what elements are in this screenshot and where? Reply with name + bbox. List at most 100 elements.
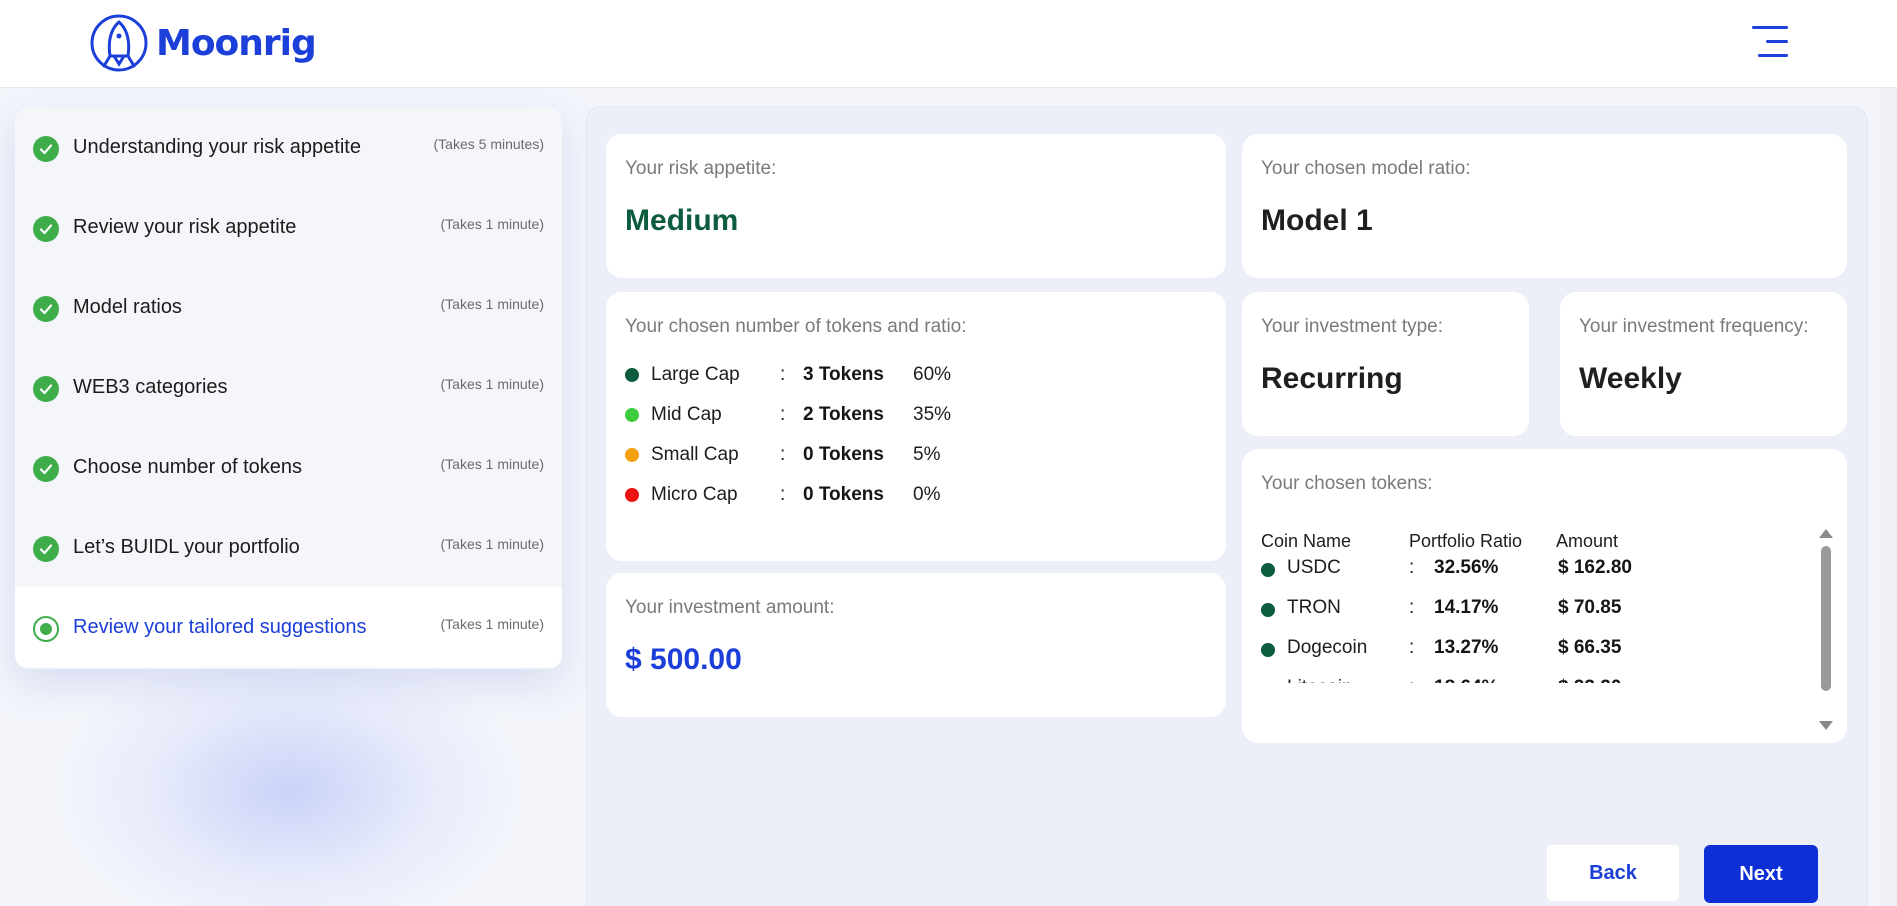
separator: :	[1409, 597, 1415, 618]
amount-header: Amount	[1556, 531, 1619, 551]
category-token-count: 2 Tokens	[803, 404, 884, 425]
check-circle-icon	[33, 216, 59, 242]
sidebar-step-label: Understanding your risk appetite	[73, 136, 361, 158]
separator: :	[780, 484, 786, 505]
coin-amount: $ 93.20	[1558, 677, 1621, 683]
sidebar-step-item[interactable]: Choose number of tokens (Takes 1 minute)	[15, 427, 562, 507]
sidebar-step-duration: (Takes 1 minute)	[440, 296, 544, 312]
progress-sidebar: Understanding your risk appetite (Takes 5…	[15, 107, 562, 669]
coin-color-dot-icon	[1261, 643, 1275, 657]
model-ratio-card: Your chosen model ratio: Model 1	[1242, 134, 1847, 278]
coin-row: USDC:32.56% $ 162.80	[1261, 557, 1781, 583]
investment-frequency-card: Your investment frequency: Weekly	[1560, 292, 1847, 436]
category-percentage: 0%	[913, 484, 941, 505]
sidebar-step-item[interactable]: Understanding your risk appetite (Takes 5…	[15, 107, 562, 187]
separator: :	[780, 444, 786, 465]
coin-color-dot-icon	[1261, 603, 1275, 617]
check-circle-icon	[33, 136, 59, 162]
sidebar-step-label: Model ratios	[73, 296, 182, 318]
category-color-dot-icon	[625, 408, 639, 422]
category-token-count: 3 Tokens	[803, 364, 884, 385]
tokens-scrollbar-thumb[interactable]	[1821, 546, 1831, 691]
coin-amount: $ 162.80	[1558, 557, 1632, 578]
investment-type-value: Recurring	[1261, 362, 1403, 395]
coin-portfolio-ratio: 18.64%	[1434, 677, 1498, 683]
category-token-count: 0 Tokens	[803, 444, 884, 465]
sidebar-step-label: WEB3 categories	[73, 376, 228, 398]
sidebar-step-item[interactable]: Model ratios (Takes 1 minute)	[15, 267, 562, 347]
chosen-tokens-list[interactable]: USDC:32.56% $ 162.80 TRON:14.17% $ 70.85 Dog…	[1242, 557, 1802, 683]
coin-portfolio-ratio: 32.56%	[1434, 557, 1499, 578]
token-category-row: Large Cap:3 Tokens 60%	[625, 363, 1185, 387]
investment-amount-card: Your investment amount: $ 500.00	[606, 573, 1226, 717]
menu-line-icon	[1766, 40, 1788, 43]
chosen-tokens-title: Your chosen tokens:	[1261, 473, 1433, 494]
check-circle-icon	[33, 536, 59, 562]
model-ratio-title: Your chosen model ratio:	[1261, 158, 1471, 179]
model-ratio-value: Model 1	[1261, 204, 1373, 237]
tokens-ratio-card: Your chosen number of tokens and ratio: …	[606, 292, 1226, 561]
scroll-up-arrow-icon[interactable]	[1819, 529, 1833, 538]
separator: :	[780, 404, 786, 425]
top-header: Moonrig	[0, 0, 1897, 88]
coin-color-dot-icon	[1261, 563, 1275, 577]
sidebar-step-duration: (Takes 1 minute)	[440, 456, 544, 472]
page-scrollbar[interactable]	[1880, 88, 1897, 906]
next-button[interactable]: Next	[1704, 845, 1818, 903]
scroll-down-arrow-icon[interactable]	[1819, 721, 1833, 730]
category-name: Small Cap	[651, 444, 739, 465]
category-percentage: 35%	[913, 404, 952, 425]
separator: :	[1409, 557, 1415, 578]
sidebar-step-item[interactable]: Review your tailored suggestions (Takes 1…	[15, 587, 562, 667]
separator: :	[780, 364, 786, 385]
separator: :	[1409, 637, 1415, 658]
coin-row: Litecoin: 18.64% $ 93.20	[1261, 677, 1781, 683]
category-color-dot-icon	[625, 488, 639, 502]
coin-name-header: Coin Name	[1261, 531, 1352, 551]
coin-name: TRON	[1287, 597, 1341, 618]
category-name: Large Cap	[651, 364, 740, 385]
separator: :	[1409, 677, 1414, 683]
tokens-ratio-title: Your chosen number of tokens and ratio:	[625, 316, 967, 337]
sidebar-step-duration: (Takes 5 minutes)	[433, 136, 544, 152]
rocket-logo-icon	[90, 14, 148, 72]
risk-appetite-value: Medium	[625, 204, 739, 237]
coin-amount: $ 70.85	[1558, 597, 1622, 618]
summary-panel: Your risk appetite: Medium Your chosen m…	[586, 106, 1868, 906]
investment-frequency-title: Your investment frequency:	[1579, 316, 1809, 337]
sidebar-step-item[interactable]: Let’s BUIDL your portfolio (Takes 1 minut…	[15, 507, 562, 587]
coin-name: USDC	[1287, 557, 1341, 578]
sidebar-step-item[interactable]: WEB3 categories (Takes 1 minute)	[15, 347, 562, 427]
background-glow	[60, 640, 520, 906]
sidebar-step-label: Choose number of tokens	[73, 456, 303, 478]
sidebar-step-duration: (Takes 1 minute)	[440, 616, 544, 632]
brand-logo[interactable]: Moonrig	[88, 12, 317, 74]
brand-name: Moonrig	[156, 22, 317, 64]
sidebar-step-duration: (Takes 1 minute)	[440, 376, 544, 392]
risk-appetite-title: Your risk appetite:	[625, 158, 777, 179]
menu-line-icon	[1752, 26, 1788, 29]
menu-line-icon	[1758, 54, 1788, 57]
check-circle-icon	[33, 376, 59, 402]
risk-appetite-card: Your risk appetite: Medium	[606, 134, 1226, 278]
category-name: Micro Cap	[651, 484, 738, 505]
investment-amount-value: $ 500.00	[625, 643, 742, 676]
category-percentage: 5%	[913, 444, 941, 465]
token-category-row: Mid Cap:2 Tokens 35%	[625, 403, 1185, 427]
coin-row: TRON:14.17% $ 70.85	[1261, 597, 1781, 623]
sidebar-step-label: Review your tailored suggestions	[73, 616, 367, 638]
hamburger-menu-button[interactable]	[1752, 26, 1792, 58]
sidebar-step-item[interactable]: Review your risk appetite (Takes 1 minute…	[15, 187, 562, 267]
coin-name: Dogecoin	[1287, 637, 1368, 658]
coin-portfolio-ratio: 14.17%	[1434, 597, 1499, 618]
coin-row: Dogecoin:13.27% $ 66.35	[1261, 637, 1781, 663]
coin-portfolio-ratio: 13.27%	[1434, 637, 1499, 658]
chosen-tokens-card: Your chosen tokens: Coin Name Portfolio …	[1242, 449, 1847, 743]
category-color-dot-icon	[625, 368, 639, 382]
portfolio-ratio-header: Portfolio Ratio	[1409, 531, 1523, 551]
back-button[interactable]: Back	[1546, 844, 1680, 902]
current-step-radio-icon	[33, 616, 59, 642]
check-circle-icon	[33, 456, 59, 482]
sidebar-step-duration: (Takes 1 minute)	[440, 216, 544, 232]
investment-type-card: Your investment type: Recurring	[1242, 292, 1529, 436]
